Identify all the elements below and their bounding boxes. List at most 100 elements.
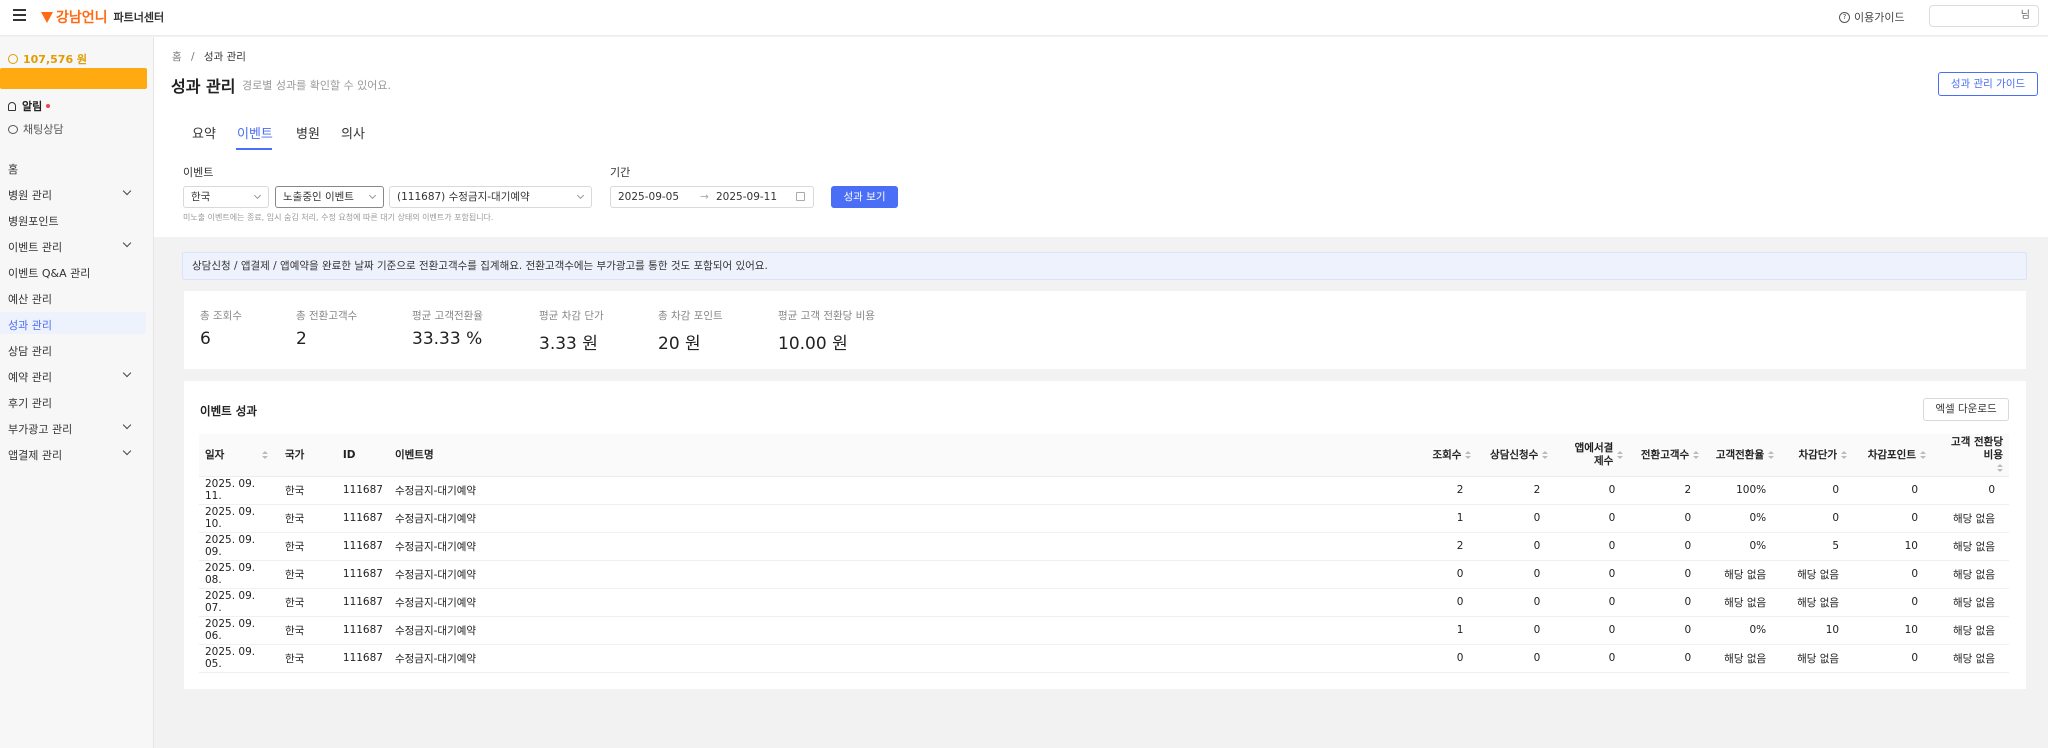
user-menu[interactable]: 님 [1929, 5, 2039, 27]
table-cell: 0% [1705, 616, 1781, 645]
column-header-label: 전환고객수 [1640, 449, 1690, 462]
sidebar-item[interactable]: 병원포인트 [0, 208, 146, 230]
column-header-label: 조회수 [1432, 449, 1462, 462]
kpi-total-views-label: 총 조회수 [200, 310, 242, 322]
kpi-total-conversions-label: 총 전환고객수 [296, 310, 358, 322]
guide-button[interactable]: 성과 관리 가이드 [1938, 72, 2038, 96]
sidebar-item[interactable]: 홈 [0, 156, 146, 178]
view-performance-button[interactable]: 성과 보기 [831, 186, 898, 208]
sort-icon[interactable] [1465, 450, 1472, 459]
help-icon: ? [1839, 11, 1850, 23]
point-balance[interactable]: 107,576 원 [8, 51, 87, 67]
guide-link[interactable]: ? 이용가이드 [1839, 9, 1905, 25]
table-row: 2025. 09. 05. 한국 111687 수정금지-대기예약 0 0 0 0 해당 없음 해… [199, 644, 2009, 673]
sidebar-item[interactable]: 병원 관리 [0, 182, 146, 204]
table-cell: 0 [1477, 560, 1555, 589]
date-range-picker[interactable]: 2025-09-05 → 2025-09-11 [610, 186, 814, 208]
event-name-select[interactable]: (111687) 수정금지-대기예약 [389, 186, 592, 208]
sort-icon[interactable] [262, 450, 269, 459]
column-header[interactable]: 전환고객수 [1629, 434, 1706, 477]
column-header[interactable]: 고객 전환당 비용 [1932, 434, 2009, 477]
filter-note: 미노출 이벤트에는 종료, 임시 숨김 처리, 수정 요청에 따른 대기 상태의… [183, 213, 494, 222]
date-to[interactable]: 2025-09-11 [716, 187, 777, 207]
country-select-value: 한국 [191, 191, 211, 203]
sidebar-item-label: 상담 관리 [8, 345, 52, 358]
table-cell: 2 [1477, 476, 1555, 505]
table-cell: 한국 [278, 476, 337, 505]
point-balance-value: 107,576 원 [23, 53, 88, 66]
column-header[interactable]: 일자 [199, 434, 279, 477]
chevron-down-icon [253, 191, 262, 200]
column-header-label: 국가 [284, 449, 305, 462]
excel-download-button[interactable]: 엑셀 다운로드 [1923, 398, 2009, 421]
active-tab-indicator [236, 148, 272, 150]
column-header[interactable]: 조회수 [1419, 434, 1478, 477]
kpi-avg-cost-per-conversion-label: 평균 고객 전환당 비용 [778, 310, 875, 322]
table-cell: 111687 [336, 504, 389, 533]
table-cell: 111687 [336, 616, 389, 645]
column-header[interactable]: 상담신청수 [1477, 434, 1555, 477]
sidebar-item[interactable]: 예산 관리 [0, 286, 146, 308]
menu-icon[interactable] [13, 9, 26, 21]
sidebar-item[interactable]: 상담 관리 [0, 338, 146, 360]
table-cell: 수정금지-대기예약 [388, 532, 1420, 561]
sort-icon[interactable] [1841, 450, 1848, 459]
sort-icon[interactable] [1542, 450, 1549, 459]
sidebar-item[interactable]: 부가광고 관리 [0, 416, 146, 438]
table-cell: 해당 없음 [1932, 532, 2009, 561]
table-cell: 해당 없음 [1705, 560, 1781, 589]
sidebar-item[interactable]: 이벤트 관리 [0, 234, 146, 256]
table-cell: 111687 [336, 476, 389, 505]
country-select[interactable]: 한국 [183, 186, 269, 208]
sidebar: 107,576 원 알림 채팅상담 홈병원 관리병원포인트이벤트 관리이벤트 Q… [0, 37, 154, 748]
chevron-down-icon [368, 191, 377, 200]
table-cell: 2025. 09. 11. [199, 476, 279, 505]
page-title: 성과 관리 [171, 77, 236, 96]
page-subtitle: 경로별 성과를 확인할 수 있어요. [242, 79, 392, 92]
table-row: 2025. 09. 11. 한국 111687 수정금지-대기예약 2 2 0 2 100% 0 0… [199, 476, 2009, 505]
column-header-label: 고객전환율 [1715, 449, 1765, 462]
column-header[interactable]: 고객전환율 [1705, 434, 1781, 477]
logo-text: 강남언니 [56, 10, 108, 26]
table-cell: 2025. 09. 07. [199, 588, 279, 617]
column-header[interactable]: 앱에서결제수 [1554, 434, 1630, 477]
sort-icon[interactable] [1768, 450, 1775, 459]
tab-summary[interactable]: 요약 [192, 123, 216, 142]
bell-icon [8, 101, 16, 111]
event-status-select[interactable]: 노출중인 이벤트 [275, 186, 384, 208]
sidebar-item[interactable]: 이벤트 Q&A 관리 [0, 260, 146, 282]
column-header[interactable]: 차감포인트 [1853, 434, 1932, 477]
table-cell: 해당 없음 [1780, 560, 1854, 589]
sort-icon[interactable] [1617, 450, 1624, 459]
sidebar-item[interactable]: 예약 관리 [0, 364, 146, 386]
charge-bar[interactable] [0, 68, 147, 89]
tab-event[interactable]: 이벤트 [237, 123, 273, 142]
column-header-label: 고객 전환당 비용 [1951, 435, 2003, 461]
table-cell: 0 [1554, 504, 1630, 533]
tab-hospital[interactable]: 병원 [296, 123, 320, 142]
sort-icon[interactable] [1997, 463, 2003, 472]
sort-icon[interactable] [1920, 450, 1926, 459]
sidebar-item[interactable]: 성과 관리 [0, 312, 146, 334]
date-from[interactable]: 2025-09-05 [618, 191, 679, 203]
alarm-link[interactable]: 알림 [8, 98, 51, 114]
sort-icon[interactable] [1693, 450, 1700, 459]
top-header: 강남언니 파트너센터 ? 이용가이드 님 [0, 0, 2048, 36]
event-performance-table: 일자 국가 ID 이벤트명 조회수 상담신청수 앱에서결제수 전환고객수 고객전환율 차감단가 차감… [199, 434, 2009, 673]
table-cell: 한국 [278, 616, 337, 645]
breadcrumb-home[interactable]: 홈 [172, 51, 182, 63]
table-cell: 0 [1629, 644, 1706, 673]
table-cell: 111687 [336, 588, 389, 617]
breadcrumb-separator: / [191, 51, 195, 63]
kpi-avg-conversion-rate-value: 33.33 % [412, 329, 483, 349]
sidebar-item[interactable]: 앱결제 관리 [0, 442, 146, 464]
sidebar-item-label: 성과 관리 [8, 319, 52, 332]
logo[interactable]: 강남언니 파트너센터 [40, 8, 164, 26]
column-header[interactable]: 차감단가 [1780, 434, 1854, 477]
tab-doctor[interactable]: 의사 [341, 123, 365, 142]
sidebar-item[interactable]: 후기 관리 [0, 390, 146, 412]
period-filter-label: 기간 [610, 166, 631, 179]
table-cell: 2 [1419, 476, 1478, 505]
kpi-total-deducted-points-value: 20 원 [658, 334, 701, 354]
chat-link[interactable]: 채팅상담 [8, 121, 63, 137]
